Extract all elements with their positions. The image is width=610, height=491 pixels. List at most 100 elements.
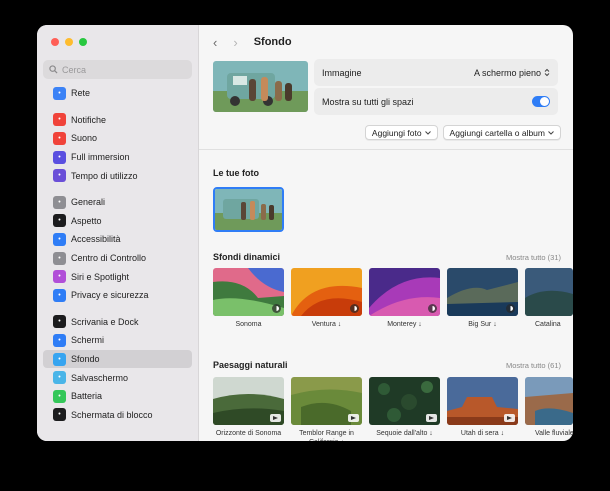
wallpaper-label: Ventura ↓ xyxy=(311,321,342,328)
wallpaper-label: Big Sur ↓ xyxy=(468,321,497,328)
dynamic-title: Sfondi dinamici xyxy=(213,252,281,262)
sidebar-item-accessibilit[interactable]: • Accessibilità xyxy=(43,230,192,249)
chevron-down-icon xyxy=(424,130,431,135)
toolbar: ‹ › Sfondo xyxy=(199,25,573,59)
all-spaces-toggle[interactable] xyxy=(532,96,550,107)
wallpaper-label: Sequoie dall'alto ↓ xyxy=(376,430,433,437)
minimize-button[interactable] xyxy=(65,38,73,46)
sidebar-item-salvaschermo[interactable]: • Salvaschermo xyxy=(43,368,192,387)
add-folder-button[interactable]: Aggiungi cartella o album xyxy=(442,125,561,140)
landscapes-title: Paesaggi naturali xyxy=(213,360,288,370)
wallpaper-label: Catalina xyxy=(535,321,561,328)
wallpaper-thumb-monterey[interactable] xyxy=(369,268,440,316)
wallpaper-thumb-temblor[interactable] xyxy=(291,377,362,425)
siri-icon: • xyxy=(53,270,66,284)
sidebar-item-centro-di-controllo[interactable]: • Centro di Controllo xyxy=(43,249,192,268)
image-mode-value: A schermo pieno xyxy=(473,67,541,78)
sidebar-item-label: Privacy e sicurezza xyxy=(71,290,149,301)
all-spaces-label: Mostra su tutti gli spazi xyxy=(322,96,414,107)
sidebar-item-schermi[interactable]: • Schermi xyxy=(43,331,192,350)
your-photos-title: Le tue foto xyxy=(213,168,259,178)
wallpaper-thumb-sequoie[interactable] xyxy=(369,377,440,425)
speaker-icon: • xyxy=(53,131,66,145)
dynamic-badge-icon xyxy=(506,304,515,313)
moon-icon: • xyxy=(53,150,66,164)
landscapes-show-all-link[interactable]: Mostra tutto (61) xyxy=(506,361,561,370)
sidebar-item-batteria[interactable]: • Batteria xyxy=(43,387,192,406)
sidebar-item-label: Schermi xyxy=(71,335,105,346)
add-photo-button[interactable]: Aggiungi foto xyxy=(364,125,438,140)
sidebar-item-label: Tempo di utilizzo xyxy=(71,170,138,181)
settings-window: Cerca • Rete • Notifiche • Suono • Full immersi… xyxy=(37,25,573,441)
sidebar-item-label: Rete xyxy=(71,88,91,99)
video-badge-icon xyxy=(426,414,437,422)
search-input[interactable]: Cerca xyxy=(43,60,192,79)
wallpaper-thumb-grand-canyon[interactable] xyxy=(525,377,573,425)
wallpaper-thumb-catalina[interactable] xyxy=(525,268,573,316)
zoom-button[interactable] xyxy=(79,38,87,46)
sidebar-item-schermata-di-blocco[interactable]: • Schermata di blocco xyxy=(43,406,192,425)
dynamic-badge-icon xyxy=(350,304,359,313)
wallpaper-thumb-utah[interactable] xyxy=(447,377,518,425)
wallpaper-label: Sonoma xyxy=(235,321,262,328)
sidebar-item-label: Batteria xyxy=(71,391,103,402)
wallpaper-thumb-sonoma[interactable] xyxy=(213,268,284,316)
add-photo-label: Aggiungi foto xyxy=(371,127,422,138)
updown-chevron-icon xyxy=(544,68,550,77)
sidebar-item-label: Sfondo xyxy=(71,354,100,365)
sidebar-item-rete[interactable]: • Rete xyxy=(43,84,192,103)
dynamic-badge-icon xyxy=(428,304,437,313)
hourglass-icon: • xyxy=(53,169,66,183)
back-chevron-icon[interactable]: ‹ xyxy=(213,35,217,50)
sidebar-item-label: Schermata di blocco xyxy=(71,409,153,420)
sidebar-item-label: Aspetto xyxy=(71,215,102,226)
sidebar-item-notifiche[interactable]: • Notifiche xyxy=(43,111,192,130)
appearance-icon: • xyxy=(53,214,66,228)
sidebar-item-sfondo[interactable]: • Sfondo xyxy=(43,349,192,369)
sidebar-item-label: Accessibilità xyxy=(71,234,121,245)
sidebar-item-aspetto[interactable]: • Aspetto xyxy=(43,212,192,231)
wallpaper-label: Temblor Range in California ↓ xyxy=(299,430,354,441)
globe-icon: • xyxy=(53,86,66,100)
dynamic-show-all-link[interactable]: Mostra tutto (31) xyxy=(506,253,561,262)
your-photo-thumb[interactable] xyxy=(213,187,284,232)
forward-chevron-icon[interactable]: › xyxy=(233,35,237,50)
wallpaper-thumb-bigsur[interactable] xyxy=(447,268,518,316)
sidebar-item-suono[interactable]: • Suono xyxy=(43,129,192,148)
image-mode-label: Immagine xyxy=(322,67,362,78)
sidebar-item-label: Siri e Spotlight xyxy=(71,271,130,282)
page-title: Sfondo xyxy=(253,36,292,48)
video-badge-icon xyxy=(504,414,515,422)
video-badge-icon xyxy=(270,414,281,422)
hand-icon: • xyxy=(53,288,66,302)
sidebar: Cerca • Rete • Notifiche • Suono • Full immersi… xyxy=(37,25,199,441)
sidebar-item-generali[interactable]: • Generali xyxy=(43,193,192,212)
sidebar-item-privacy-e-sicurezza[interactable]: • Privacy e sicurezza xyxy=(43,286,192,305)
wallpaper-label: Utah di sera ↓ xyxy=(460,430,505,437)
dynamic-badge-icon xyxy=(272,304,281,313)
sidebar-item-label: Salvaschermo xyxy=(71,372,129,383)
sidebar-item-scrivania-e-dock[interactable]: • Scrivania e Dock xyxy=(43,313,192,332)
wallpaper-label: Orizzonte di Sonoma xyxy=(215,430,282,437)
sidebar-item-label: Notifiche xyxy=(71,114,107,125)
add-buttons: Aggiungi foto Aggiungi cartella o album xyxy=(364,125,561,140)
sidebar-item-label: Suono xyxy=(71,133,98,144)
sidebar-item-siri-e-spotlight[interactable]: • Siri e Spotlight xyxy=(43,267,192,286)
image-mode-select[interactable]: A schermo pieno xyxy=(474,68,550,78)
sidebar-item-tempo-di-utilizzo[interactable]: • Tempo di utilizzo xyxy=(43,166,192,185)
wallpaper-label: Monterey ↓ xyxy=(387,321,422,328)
bell-icon: • xyxy=(53,113,66,127)
close-button[interactable] xyxy=(51,38,59,46)
all-spaces-row: Mostra su tutti gli spazi xyxy=(314,88,558,115)
video-badge-icon xyxy=(348,414,359,422)
window-controls xyxy=(51,38,87,46)
sidebar-item-full-immersion[interactable]: • Full immersion xyxy=(43,148,192,167)
accessibility-icon: • xyxy=(53,232,66,246)
wallpaper-thumb-ventura[interactable] xyxy=(291,268,362,316)
main-pane: ‹ › Sfondo Immagine A schermo pieno Most… xyxy=(199,25,573,441)
image-mode-row: Immagine A schermo pieno xyxy=(314,59,558,86)
wallpaper-thumb-sonoma-horizon[interactable] xyxy=(213,377,284,425)
